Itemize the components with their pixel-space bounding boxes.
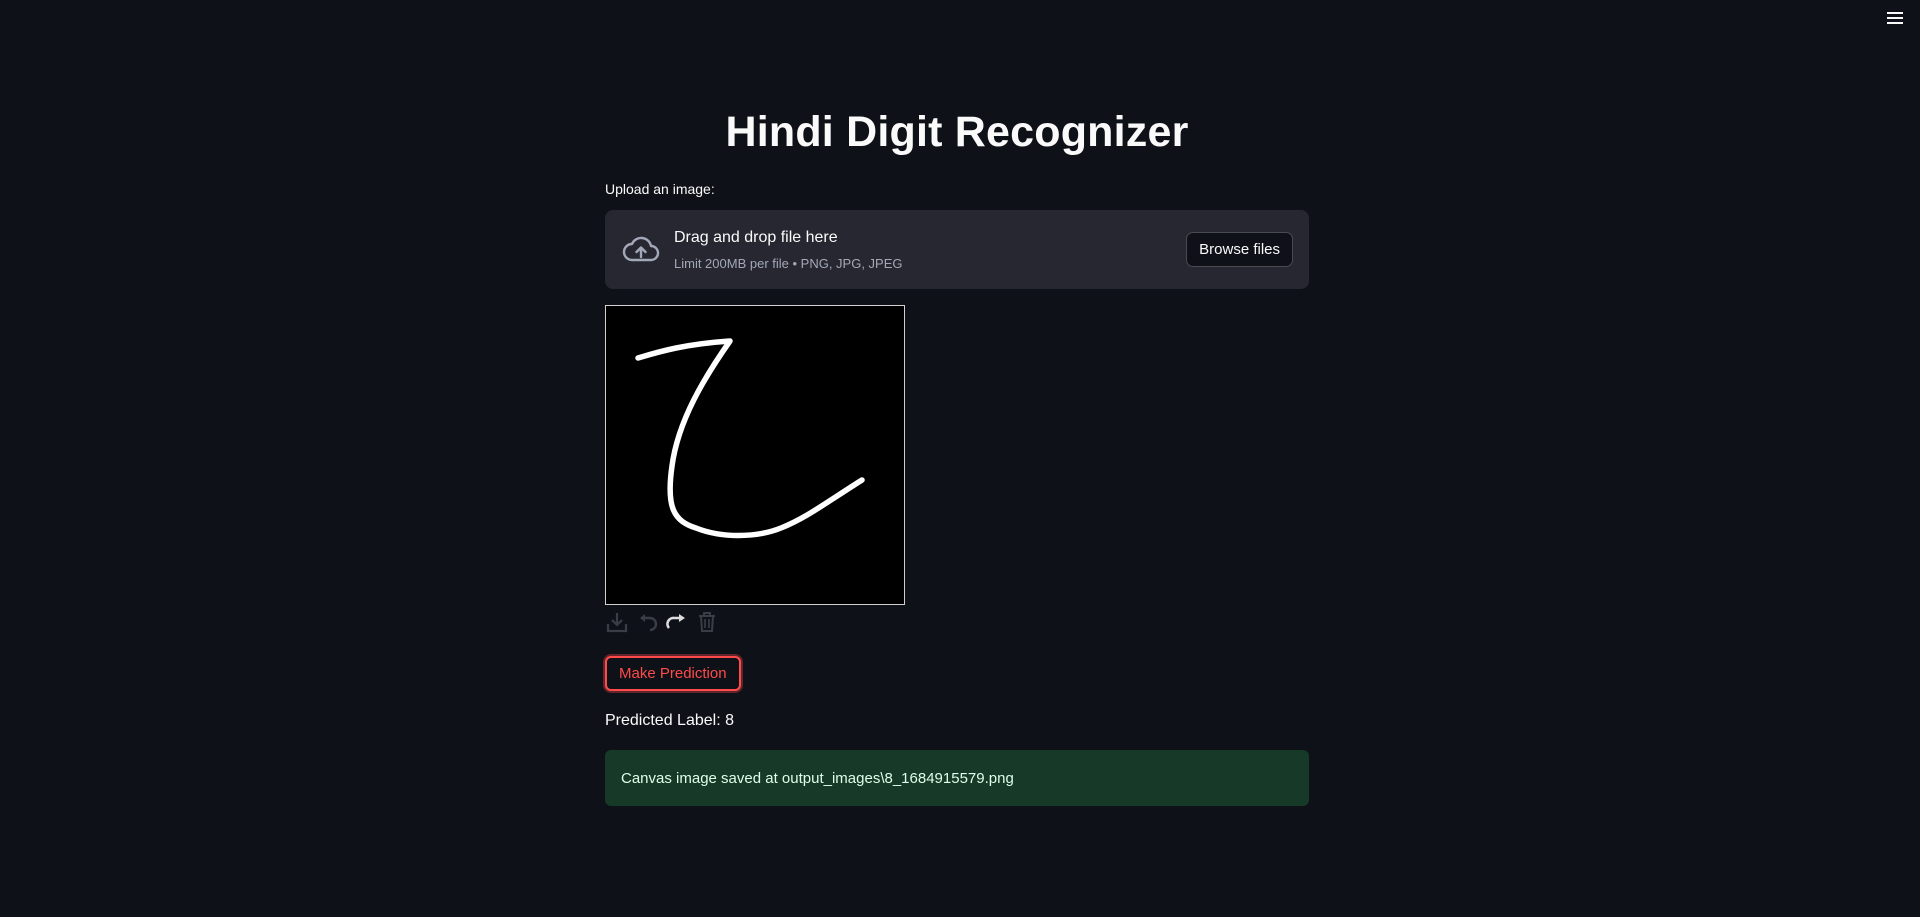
redo-icon[interactable] [665, 610, 689, 634]
dropzone-title: Drag and drop file here [674, 229, 838, 246]
upload-label: Upload an image: [605, 181, 715, 197]
hamburger-menu-icon[interactable] [1884, 8, 1906, 28]
canvas-drawing [635, 338, 865, 539]
page-title: Hindi Digit Recognizer [725, 108, 1189, 156]
drawing-canvas[interactable] [605, 305, 905, 605]
undo-icon[interactable] [635, 610, 659, 634]
predicted-label: Predicted Label: 8 [605, 712, 734, 729]
cloud-upload-icon [622, 236, 660, 262]
success-alert: Canvas image saved at output_images\8_16… [605, 750, 1309, 806]
success-message: Canvas image saved at output_images\8_16… [621, 769, 1014, 787]
trash-icon[interactable] [695, 610, 719, 634]
make-prediction-button[interactable]: Make Prediction [605, 656, 741, 691]
browse-files-button[interactable]: Browse files [1186, 232, 1293, 267]
download-icon[interactable] [605, 610, 629, 634]
file-dropzone[interactable]: Drag and drop file here Limit 200MB per … [605, 210, 1309, 289]
canvas-toolbar [605, 610, 719, 634]
dropzone-limits: Limit 200MB per file • PNG, JPG, JPEG [674, 256, 903, 271]
